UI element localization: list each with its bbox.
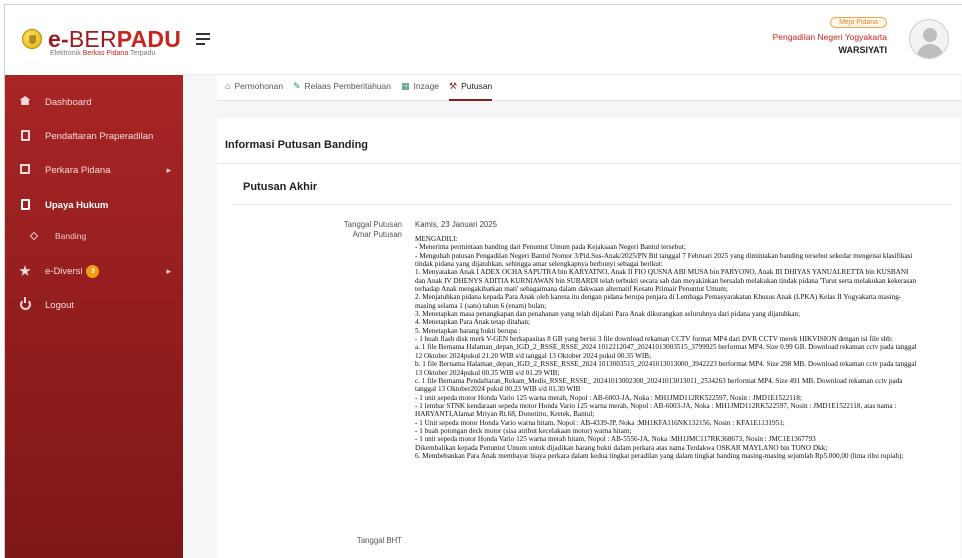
menu-toggle-icon[interactable]	[196, 33, 210, 45]
app-logo-subtitle: Elektronik Berkas Pidana Terpadu	[50, 50, 155, 57]
amar-line: - 1 unit sepeda motor Honda Vario 125 wa…	[415, 435, 816, 444]
amar-line: 2. Menjatuhkan pidana kepada Para Anak o…	[415, 293, 902, 310]
home-icon	[19, 96, 31, 108]
calendar-icon: ▦	[401, 81, 410, 91]
label-amar-putusan: Amar Putusan	[352, 230, 402, 239]
app-window: e-BERPADU Elektronik Berkas Pidana Terpa…	[4, 4, 962, 558]
amar-line: - 1 unit sepeda motor Honda Vario 125 wa…	[415, 393, 802, 402]
tab-putusan[interactable]: ⚒ Putusan	[449, 81, 493, 101]
sidebar-item-label: Pendaftaran Praperadilan	[45, 130, 154, 142]
user-name[interactable]: WARSIYATI	[838, 45, 887, 55]
logo-part-e: e-	[48, 26, 69, 52]
main-content: ⌂ Permohonan ✎ Relaas Pemberitahuan ▦ In…	[183, 75, 962, 558]
divider	[233, 204, 951, 205]
amar-line: 4. Menetapkan Para Anak tetap ditahan;	[415, 318, 530, 327]
amar-line: - 1 Unit sepeda motor Honda Vario warna …	[415, 418, 785, 427]
putusan-card: Informasi Putusan Banding Putusan Akhir …	[217, 118, 961, 558]
amar-line: - 1 lembar STNK kendaraan sepeda motor H…	[415, 401, 897, 419]
amar-line: 6. Membebankan Para Anak membayar biaya …	[415, 451, 904, 460]
amar-line: b. 1 file Bernama Halaman_depan_IGD_2_RS…	[415, 360, 917, 377]
sidebar-item-label: Banding	[55, 231, 87, 241]
amar-line: MENGADILI:	[415, 235, 458, 243]
court-name: Pengadilan Negeri Yogyakarta	[772, 32, 887, 42]
diamond-icon	[29, 231, 39, 241]
tab-label: Inzage	[413, 81, 440, 91]
tab-inzage[interactable]: ▦ Inzage	[401, 81, 439, 101]
amar-line: c. 1 file Bernama Pendaftaran_Rekam_Medi…	[415, 376, 903, 394]
tab-label: Permohonan	[234, 81, 284, 91]
sidebar-item-praperadilan[interactable]: Pendaftaran Praperadilan	[5, 121, 183, 151]
logo-part-padu: PADU	[116, 26, 182, 52]
sidebar: Dashboard Pendaftaran Praperadilan Perka…	[5, 75, 183, 558]
home-icon: ⌂	[225, 81, 231, 91]
sidebar-item-upaya-hukum[interactable]: Upaya Hukum	[5, 190, 183, 220]
amar-line: - 1 buah potongan deck motor (sisa atrib…	[415, 426, 632, 435]
sidebar-item-dashboard[interactable]: Dashboard	[5, 87, 183, 117]
file-icon	[19, 199, 31, 211]
logo[interactable]: e-BERPADU Elektronik Berkas Pidana Terpa…	[5, 5, 183, 75]
card-title: Informasi Putusan Banding	[225, 139, 369, 151]
sidebar-item-label: e-Diversi	[45, 265, 83, 277]
amar-line: Dikembalikan kepada Penuntut Umum untuk …	[415, 443, 828, 452]
amar-line: - Mengubah putusan Pengadilan Negeri Ban…	[415, 251, 913, 269]
gavel-icon: ⚒	[449, 81, 458, 91]
amar-putusan-text: MENGADILI: - Menerima permintaan banding …	[415, 235, 920, 460]
sidebar-item-label: Upaya Hukum	[45, 199, 109, 211]
edit-icon	[19, 164, 31, 176]
amar-line: - 1 buah flash disk merk V-GEN berkapasi…	[415, 335, 893, 344]
tab-label: Putusan	[461, 81, 493, 91]
amar-line: - Menerima permintaan banding dari Penun…	[415, 243, 686, 252]
tab-label: Relaas Pemberitahuan	[304, 81, 392, 91]
tab-relaas-pemberitahuan[interactable]: ✎ Relaas Pemberitahuan	[293, 81, 391, 101]
sidebar-item-logout[interactable]: Logout	[5, 290, 183, 320]
section-title: Putusan Akhir	[243, 181, 318, 193]
label-tanggal-bht: Tanggal BHT	[356, 536, 402, 545]
value-tanggal-putusan: Kamis, 23 Januari 2025	[415, 220, 497, 229]
sidebar-subitem-banding[interactable]: Banding	[5, 225, 183, 247]
logo-part-ber: BER	[68, 26, 117, 52]
amar-line: a. 1 file Bernama Halaman_depan_IGD_2_RS…	[415, 343, 917, 360]
amar-line: 1. Menyatakan Anak I ADEX OCHA SAPUTRA b…	[415, 268, 917, 294]
file-icon	[19, 130, 31, 142]
court-emblem-icon	[22, 29, 42, 49]
power-icon	[19, 297, 31, 311]
amar-line: 5. Menetapkan barang bukti berupa :	[415, 326, 521, 335]
pencil-icon: ✎	[293, 81, 301, 91]
tab-permohonan[interactable]: ⌂ Permohonan	[225, 81, 283, 101]
sidebar-item-label: Perkara Pidana	[45, 164, 111, 176]
logo-sub-part-2: Berkas Pidana	[82, 50, 129, 57]
chevron-right-icon: ▸	[166, 164, 171, 175]
amar-line: 3. Menetapkan masa penangkapan dan penah…	[415, 310, 800, 319]
app-logo-title: e-BERPADU	[48, 28, 181, 51]
label-tanggal-putusan: Tanggal Putusan	[343, 220, 402, 229]
sidebar-item-e-diversi[interactable]: e-Diversi 3 ▸	[5, 256, 183, 286]
star-icon	[19, 265, 31, 277]
top-header: e-BERPADU Elektronik Berkas Pidana Terpa…	[5, 5, 962, 75]
sidebar-item-label: Dashboard	[45, 96, 92, 108]
logo-sub-part-1: Elektronik	[50, 50, 81, 57]
chevron-right-icon: ▸	[166, 265, 171, 276]
sidebar-item-perkara-pidana[interactable]: Perkara Pidana ▸	[5, 155, 183, 185]
divider	[217, 163, 961, 164]
count-badge: 3	[86, 264, 100, 278]
sidebar-item-label: Logout	[45, 299, 75, 311]
user-avatar-icon[interactable]	[909, 19, 949, 59]
tab-bar: ⌂ Permohonan ✎ Relaas Pemberitahuan ▦ In…	[217, 75, 961, 101]
meja-badge: Meja Pidana	[830, 17, 887, 28]
logo-sub-part-3: Terpadu	[130, 50, 156, 57]
